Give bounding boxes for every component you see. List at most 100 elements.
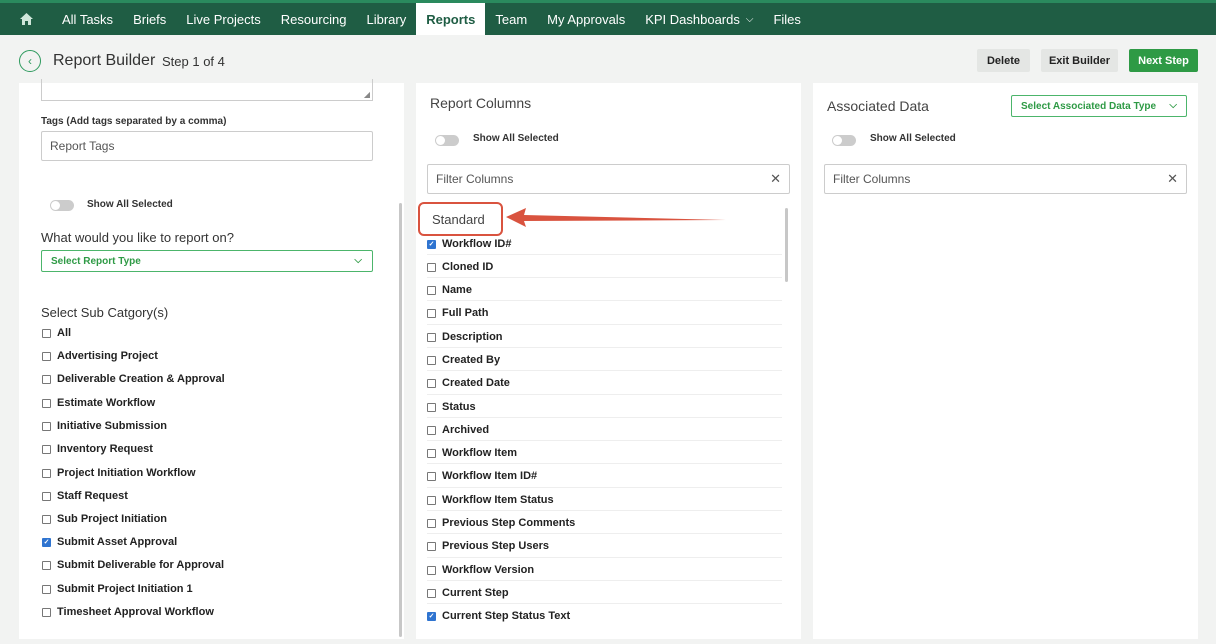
checkbox[interactable] (42, 421, 51, 431)
sub-category-item[interactable]: Sub Project Initiation (42, 511, 167, 527)
checkbox[interactable] (427, 262, 436, 272)
associated-data-type-select[interactable]: Select Associated Data Type ⌵ (1011, 95, 1187, 117)
checkbox[interactable] (42, 607, 51, 617)
filter-columns-input[interactable]: Filter Columns ✕ (427, 164, 790, 194)
column-item[interactable]: Archived (427, 422, 489, 438)
column-label: Current Step (442, 587, 509, 599)
column-item[interactable]: Name (427, 282, 472, 298)
report-tags-input[interactable]: Report Tags (41, 131, 373, 161)
nav-my-approvals[interactable]: My Approvals (537, 3, 635, 35)
close-icon[interactable]: ✕ (770, 171, 781, 187)
sub-category-item[interactable]: Deliverable Creation & Approval (42, 371, 225, 387)
nav-reports[interactable]: Reports (416, 3, 486, 35)
checkbox[interactable] (427, 402, 436, 412)
delete-button[interactable]: Delete (977, 49, 1030, 72)
report-type-select[interactable]: Select Report Type ⌵ (41, 250, 373, 272)
back-button[interactable]: ‹ (19, 50, 41, 72)
resize-handle-icon[interactable]: ◢ (364, 90, 370, 99)
checkbox[interactable] (42, 468, 51, 478)
column-item[interactable]: Description (427, 329, 503, 345)
nav-library[interactable]: Library (356, 3, 416, 35)
column-item[interactable]: Previous Step Users (427, 538, 549, 554)
sub-category-item[interactable]: Staff Request (42, 488, 128, 504)
sub-category-item[interactable]: All (42, 325, 71, 341)
checkbox-checked[interactable]: ✓ (427, 611, 436, 621)
checkbox[interactable] (42, 560, 51, 570)
home-button[interactable] (0, 3, 52, 35)
checkbox[interactable] (427, 378, 436, 388)
sub-category-label-text: Submit Project Initiation 1 (57, 583, 193, 595)
checkbox-checked[interactable]: ✓ (42, 537, 51, 547)
show-all-selected-toggle[interactable] (435, 135, 459, 146)
checkbox[interactable] (427, 308, 436, 318)
checkbox[interactable] (427, 471, 436, 481)
checkbox[interactable] (42, 398, 51, 408)
column-item[interactable]: Current Step (427, 585, 509, 601)
checkbox[interactable] (42, 374, 51, 384)
checkbox[interactable] (427, 425, 436, 435)
checkbox[interactable] (42, 491, 51, 501)
checkbox[interactable] (427, 588, 436, 598)
checkbox[interactable] (427, 448, 436, 458)
checkbox[interactable] (42, 328, 51, 338)
nav-files[interactable]: Files (763, 3, 810, 35)
column-item[interactable]: Workflow Version (427, 562, 534, 578)
checkbox[interactable] (42, 514, 51, 524)
checkbox[interactable] (427, 541, 436, 551)
sub-category-item[interactable]: Timesheet Approval Workflow (42, 604, 214, 620)
chevron-down-icon: ⌵ (1169, 100, 1177, 111)
sub-category-label-text: Estimate Workflow (57, 397, 156, 409)
show-all-selected-toggle[interactable] (832, 135, 856, 146)
close-icon[interactable]: ✕ (1167, 171, 1178, 187)
column-item[interactable]: Workflow Item Status (427, 492, 554, 508)
checkbox[interactable] (427, 355, 436, 365)
checkbox[interactable] (427, 285, 436, 295)
column-item[interactable]: Status (427, 399, 476, 415)
sub-category-item[interactable]: Inventory Request (42, 441, 153, 457)
checkbox-checked[interactable]: ✓ (427, 239, 436, 249)
section-heading: Standard (432, 211, 485, 227)
column-item[interactable]: Previous Step Comments (427, 515, 575, 531)
sub-category-item[interactable]: Project Initiation Workflow (42, 465, 196, 481)
checkbox[interactable] (427, 332, 436, 342)
checkbox[interactable] (42, 444, 51, 454)
checkbox[interactable] (42, 584, 51, 594)
sub-category-item[interactable]: Submit Deliverable for Approval (42, 557, 224, 573)
description-textarea[interactable]: ◢ (41, 79, 373, 101)
nav-team[interactable]: Team (485, 3, 537, 35)
sub-category-item[interactable]: Initiative Submission (42, 418, 167, 434)
column-item[interactable]: Workflow Item ID# (427, 468, 537, 484)
sub-category-item[interactable]: Submit Project Initiation 1 (42, 581, 193, 597)
column-item[interactable]: ✓ Workflow ID# (427, 236, 511, 252)
column-item[interactable]: Created By (427, 352, 500, 368)
column-label: Cloned ID (442, 261, 494, 273)
sub-category-item[interactable]: ✓ Submit Asset Approval (42, 534, 177, 550)
exit-builder-button[interactable]: Exit Builder (1041, 49, 1118, 72)
checkbox[interactable] (427, 495, 436, 505)
show-all-selected-toggle[interactable] (50, 200, 74, 211)
filter-columns-input[interactable]: Filter Columns ✕ (824, 164, 1187, 194)
report-on-question: What would you like to report on? (41, 230, 234, 245)
column-item[interactable]: Cloned ID (427, 259, 493, 275)
nav-resourcing[interactable]: Resourcing (271, 3, 357, 35)
chevron-down-icon: ⌵ (354, 255, 362, 266)
left-scrollbar[interactable] (399, 203, 402, 637)
column-item[interactable]: Workflow Item (427, 445, 517, 461)
column-item[interactable]: Full Path (427, 305, 488, 321)
column-label: Status (442, 401, 476, 413)
next-step-button[interactable]: Next Step (1129, 49, 1198, 72)
column-item[interactable]: ✓ Current Step Status Text (427, 608, 570, 624)
nav-all-tasks[interactable]: All Tasks (52, 3, 123, 35)
columns-scrollbar[interactable] (785, 208, 788, 282)
sub-category-item[interactable]: Advertising Project (42, 348, 158, 364)
checkbox[interactable] (427, 565, 436, 575)
nav-live-projects[interactable]: Live Projects (176, 3, 270, 35)
checkbox[interactable] (42, 351, 51, 361)
divider (427, 440, 782, 441)
nav-briefs[interactable]: Briefs (123, 3, 176, 35)
column-label: Full Path (442, 307, 489, 319)
column-item[interactable]: Created Date (427, 375, 510, 391)
nav-kpi-dashboards[interactable]: KPI Dashboards ⌵ (635, 3, 763, 35)
checkbox[interactable] (427, 518, 436, 528)
sub-category-item[interactable]: Estimate Workflow (42, 395, 155, 411)
